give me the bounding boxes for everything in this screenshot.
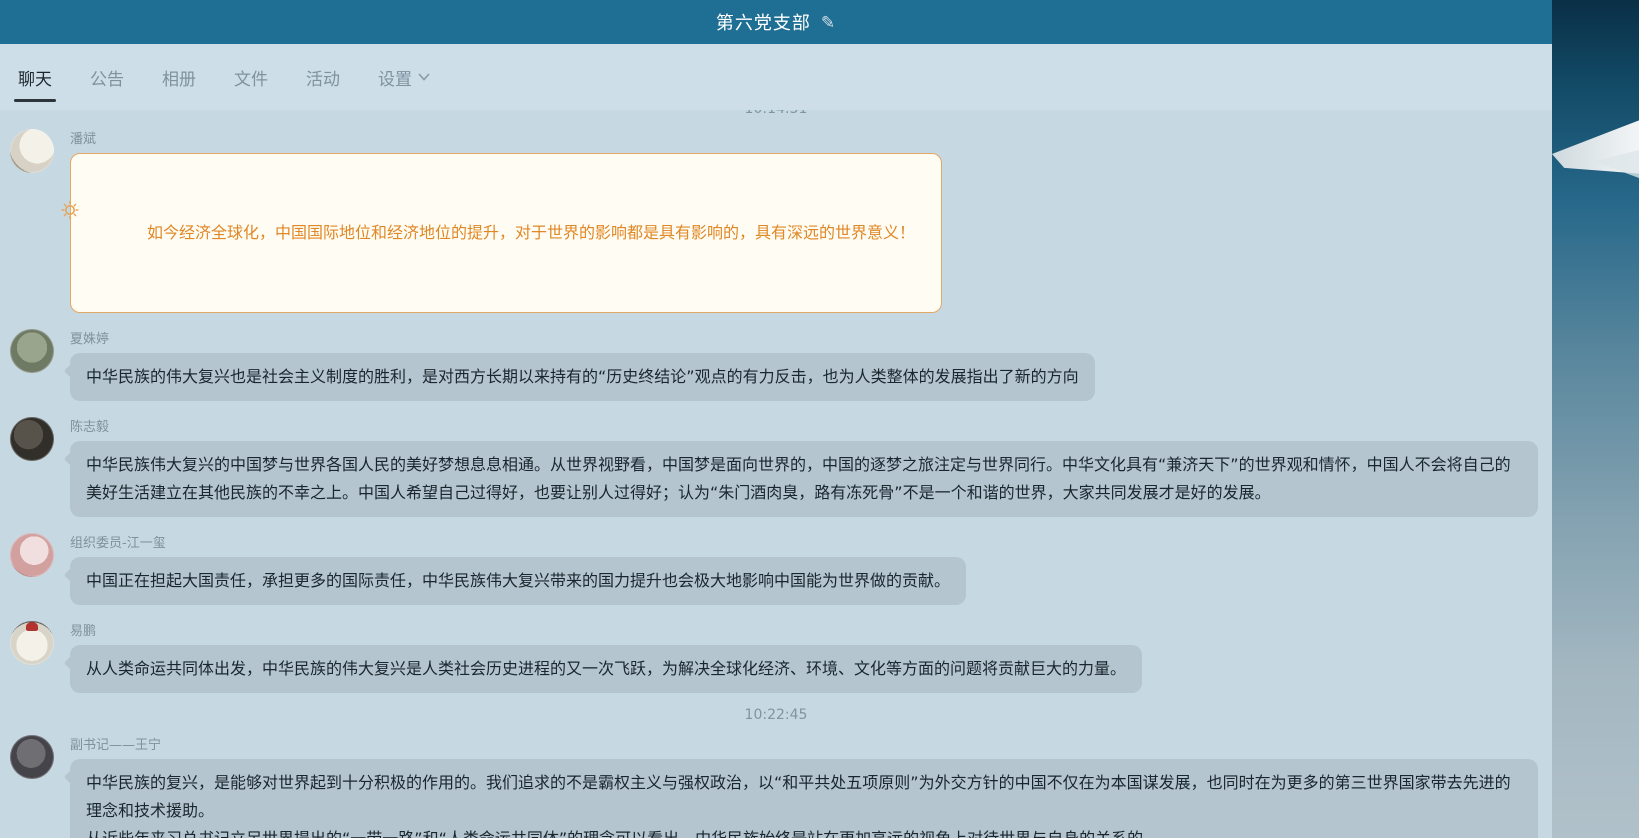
message-list[interactable]: 10:14:51 潘斌 [0, 110, 1552, 838]
sender-name: 夏姝婷 [70, 328, 1538, 347]
avatar[interactable] [10, 735, 54, 779]
message-text: 中国正在担起大国责任，承担更多的国际责任，中华民族伟大复兴带来的国力提升也会极大… [86, 571, 950, 590]
tab-files-label: 文件 [234, 65, 268, 90]
message-row: 组织委员-江一玺 中国正在担起大国责任，承担更多的国际责任，中华民族伟大复兴带来… [10, 531, 1542, 605]
avatar[interactable] [10, 533, 54, 577]
avatar[interactable] [10, 621, 54, 665]
sun-badge-icon [58, 141, 82, 165]
message-text: 如今经济全球化，中国国际地位和经济地位的提升，对于世界的影响都是具有影响的，具有… [147, 223, 915, 242]
message-text: 中华民族伟大复兴的中国梦与世界各国人民的美好梦想息息相通。从世界视野看，中国梦是… [86, 455, 1511, 502]
avatar[interactable] [10, 129, 54, 173]
message-row: 夏姝婷 中华民族的伟大复兴也是社会主义制度的胜利，是对西方长期以来持有的“历史终… [10, 327, 1542, 401]
tab-album-label: 相册 [162, 65, 196, 90]
tab-bar: 聊天 公告 相册 文件 活动 设置 [0, 44, 1552, 110]
message-bubble-highlighted: 如今经济全球化，中国国际地位和经济地位的提升，对于世界的影响都是具有影响的，具有… [70, 153, 942, 313]
message-text: 从人类命运共同体出发，中华民族的伟大复兴是人类社会历史进程的又一次飞跃，为解决全… [86, 659, 1126, 678]
sender-name: 潘斌 [70, 128, 1538, 147]
tab-chat[interactable]: 聊天 [16, 44, 54, 110]
avatar[interactable] [10, 417, 54, 461]
sender-name: 副书记——王宁 [70, 734, 1538, 753]
group-chat-panel: 第六党支部 ✎ 聊天 公告 相册 文件 活动 设置 [0, 0, 1552, 838]
timestamp-divider: 10:22:45 [10, 707, 1542, 723]
tab-activities[interactable]: 活动 [304, 44, 342, 110]
app-screen: 第六党支部 ✎ 聊天 公告 相册 文件 活动 设置 [0, 0, 1639, 838]
edit-group-name-icon[interactable]: ✎ [821, 13, 836, 33]
timestamp-divider: 10:14:51 [10, 110, 1542, 117]
tab-announcements-label: 公告 [90, 65, 124, 90]
message-bubble: 中华民族的伟大复兴也是社会主义制度的胜利，是对西方长期以来持有的“历史终结论”观… [70, 353, 1095, 401]
message-row: 潘斌 [10, 127, 1542, 313]
tab-settings-label: 设置 [378, 65, 412, 90]
message-text: 中华民族的伟大复兴也是社会主义制度的胜利，是对西方长期以来持有的“历史终结论”观… [86, 367, 1079, 386]
leaf-icon [917, 300, 937, 318]
tab-files[interactable]: 文件 [232, 44, 270, 110]
message-text: 中华民族的复兴，是能够对世界起到十分积极的作用的。我们追求的不是霸权主义与强权政… [86, 773, 1511, 838]
sender-name: 易鹏 [70, 620, 1538, 639]
message-bubble: 中国正在担起大国责任，承担更多的国际责任，中华民族伟大复兴带来的国力提升也会极大… [70, 557, 966, 605]
tab-album[interactable]: 相册 [160, 44, 198, 110]
sender-name: 陈志毅 [70, 416, 1538, 435]
message-bubble: 中华民族的复兴，是能够对世界起到十分积极的作用的。我们追求的不是霸权主义与强权政… [70, 759, 1538, 838]
tab-activities-label: 活动 [306, 65, 340, 90]
tab-announcements[interactable]: 公告 [88, 44, 126, 110]
sender-name: 组织委员-江一玺 [70, 532, 1538, 551]
message-bubble: 从人类命运共同体出发，中华民族的伟大复兴是人类社会历史进程的又一次飞跃，为解决全… [70, 645, 1142, 693]
message-row: 易鹏 从人类命运共同体出发，中华民族的伟大复兴是人类社会历史进程的又一次飞跃，为… [10, 619, 1542, 693]
message-row: 副书记——王宁 中华民族的复兴，是能够对世界起到十分积极的作用的。我们追求的不是… [10, 733, 1542, 838]
chevron-down-icon [418, 73, 430, 81]
tab-settings[interactable]: 设置 [376, 44, 432, 110]
tab-chat-label: 聊天 [18, 65, 52, 90]
group-header: 第六党支部 ✎ [0, 0, 1552, 44]
message-row: 陈志毅 中华民族伟大复兴的中国梦与世界各国人民的美好梦想息息相通。从世界视野看，… [10, 415, 1542, 517]
message-bubble: 中华民族伟大复兴的中国梦与世界各国人民的美好梦想息息相通。从世界视野看，中国梦是… [70, 441, 1538, 517]
group-title: 第六党支部 [716, 9, 811, 35]
avatar[interactable] [10, 329, 54, 373]
